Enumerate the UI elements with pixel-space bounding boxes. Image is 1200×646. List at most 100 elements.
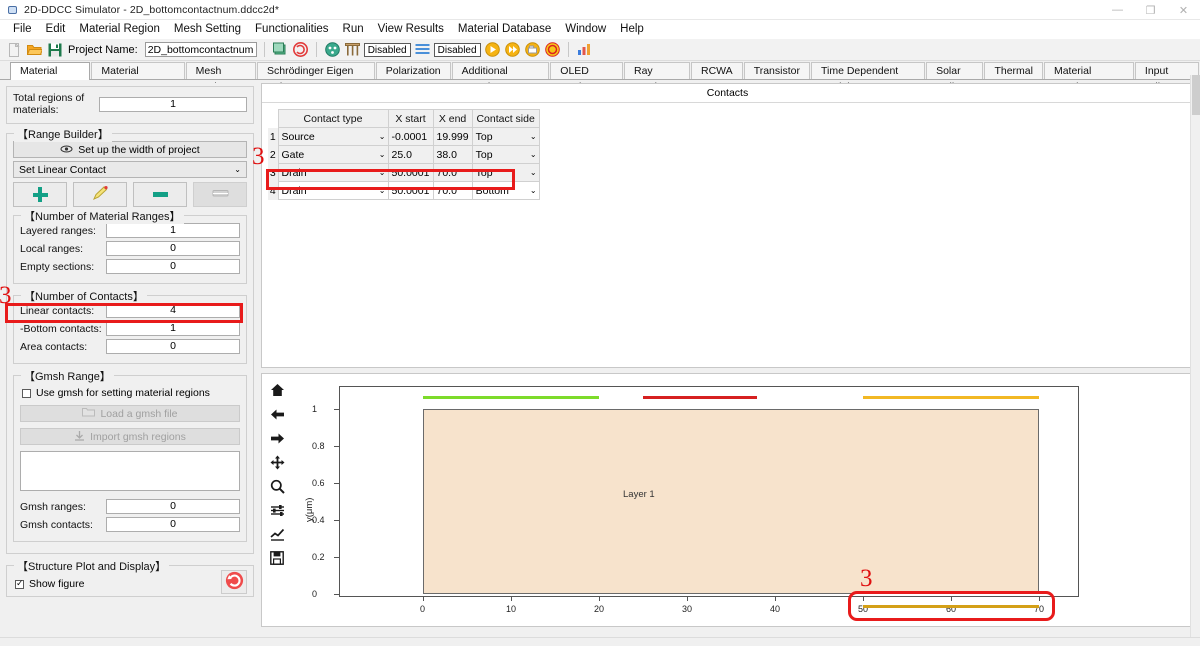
table-row[interactable]: 3 Drain ⌄ 50.0001 70.0 Top ⌄ <box>268 163 540 182</box>
cell-x-end[interactable]: 70.0 <box>432 163 473 182</box>
stop-icon[interactable] <box>544 41 561 58</box>
tab-thermal[interactable]: Thermal <box>984 62 1043 79</box>
column-contact-side[interactable]: Contact side <box>471 109 540 128</box>
tab-solar-cell[interactable]: Solar Cell <box>926 62 984 93</box>
run-icon[interactable] <box>484 41 501 58</box>
mesh-state-badge[interactable]: Disabled <box>363 42 411 57</box>
gmsh-file-list[interactable] <box>20 451 240 491</box>
gmsh-checkbox-row[interactable]: Use gmsh for setting material regions <box>22 387 240 399</box>
home-icon[interactable] <box>269 382 285 398</box>
edit-range-button[interactable] <box>73 182 127 207</box>
minimize-button[interactable]: — <box>1101 0 1134 20</box>
gmsh-contacts-field[interactable]: 0 <box>106 517 240 532</box>
menu-item-edit[interactable]: Edit <box>39 21 73 37</box>
sync-icon[interactable] <box>292 41 309 58</box>
empty-sections-field[interactable]: 0 <box>106 259 240 274</box>
local-ranges-field[interactable]: 0 <box>106 241 240 256</box>
tab-material-parameter[interactable]: Material Parameter <box>91 62 185 93</box>
back-arrow-icon[interactable] <box>269 406 285 422</box>
tab-material-region[interactable]: Material Region <box>10 62 91 94</box>
save-figure-icon[interactable] <box>269 550 285 566</box>
cell-x-start[interactable]: -0.0001 <box>387 127 434 146</box>
tab-ray-tracing[interactable]: Ray Tracing <box>623 62 690 93</box>
tab-material-database[interactable]: Material Database <box>1043 62 1134 93</box>
setup-width-button[interactable]: Set up the width of project <box>13 141 247 158</box>
layers-state-badge[interactable]: Disabled <box>433 42 481 57</box>
configure-subplots-icon[interactable] <box>269 502 285 518</box>
close-button[interactable]: ✕ <box>1167 0 1200 20</box>
table-row[interactable]: 1 Source ⌄ -0.0001 19.999 Top ⌄ <box>268 127 540 146</box>
layered-ranges-field[interactable]: 1 <box>106 223 240 238</box>
menu-item-view-results[interactable]: View Results <box>371 21 451 37</box>
run-all-icon[interactable] <box>504 41 521 58</box>
vertical-scrollbar[interactable] <box>1190 75 1200 646</box>
edit-curve-icon[interactable] <box>269 526 285 542</box>
cell-contact-type[interactable]: Drain ⌄ <box>277 181 389 200</box>
gmsh-checkbox[interactable] <box>22 388 31 398</box>
save-icon[interactable] <box>46 41 63 58</box>
import-gmsh-button[interactable]: Import gmsh regions <box>20 428 240 445</box>
tab-rcwa[interactable]: RCWA <box>690 62 743 79</box>
clear-range-button[interactable] <box>193 182 247 207</box>
cell-x-start[interactable]: 50.0001 <box>387 163 434 182</box>
refresh-plot-button[interactable] <box>221 570 247 594</box>
show-figure-row[interactable]: Show figure <box>15 578 84 590</box>
table-row[interactable]: 2 Gate ⌄ 25.0 38.0 Top ⌄ <box>268 145 540 164</box>
tab-mesh-setting[interactable]: Mesh Setting <box>185 62 256 93</box>
project-name-input[interactable] <box>144 42 257 57</box>
tab-additional-functions[interactable]: Additional Functions <box>451 62 550 93</box>
structure-icon[interactable] <box>324 41 341 58</box>
forward-arrow-icon[interactable] <box>269 430 285 446</box>
column-x-end[interactable]: X end <box>432 109 473 128</box>
chart-icon[interactable] <box>576 41 593 58</box>
contact-mode-select[interactable]: Set Linear Contact ⌄ <box>13 161 247 178</box>
tab-oled-setting[interactable]: OLED Setting <box>550 62 623 93</box>
cell-contact-type[interactable]: Gate ⌄ <box>277 145 389 164</box>
total-regions-field[interactable]: 1 <box>99 96 247 112</box>
mesh-icon[interactable] <box>344 41 361 58</box>
menu-item-help[interactable]: Help <box>613 21 651 37</box>
menu-item-window[interactable]: Window <box>558 21 613 37</box>
area-contacts-field[interactable]: 0 <box>106 339 240 354</box>
cell-contact-type[interactable]: Drain ⌄ <box>277 163 389 182</box>
layers-icon[interactable] <box>414 41 431 58</box>
refresh-icon[interactable] <box>272 41 289 58</box>
linear-contacts-field[interactable]: 4 <box>106 303 240 318</box>
tab-schrodinger-eigen-solver[interactable]: Schrödinger Eigen Solver <box>257 62 375 93</box>
maximize-button[interactable]: ❐ <box>1134 0 1167 20</box>
menu-item-run[interactable]: Run <box>336 21 371 37</box>
remove-range-button[interactable] <box>133 182 187 207</box>
pan-icon[interactable] <box>269 454 285 470</box>
load-gmsh-button[interactable]: Load a gmsh file <box>20 405 240 422</box>
tab-transistor[interactable]: Transistor <box>743 62 810 79</box>
cell-x-end[interactable]: 38.0 <box>432 145 473 164</box>
cell-contact-side[interactable]: Top ⌄ <box>471 163 540 182</box>
cell-contact-side[interactable]: Bottom ⌄ <box>471 181 540 200</box>
export-icon[interactable] <box>524 41 541 58</box>
structure-plot-canvas[interactable]: y(μm) 0 0.2 0.4 0.6 0.8 1 0 10 20 30 40 … <box>292 374 1193 626</box>
tab-polarization[interactable]: Polarization <box>375 62 451 79</box>
cell-contact-side[interactable]: Top ⌄ <box>471 145 540 164</box>
cell-contact-side[interactable]: Top ⌄ <box>471 127 540 146</box>
menu-item-material-region[interactable]: Material Region <box>72 21 167 37</box>
tab-time-dependent-module[interactable]: Time Dependent Module <box>810 62 926 93</box>
cell-x-start[interactable]: 25.0 <box>387 145 434 164</box>
cell-x-end[interactable]: 19.999 <box>432 127 473 146</box>
menu-item-material-database[interactable]: Material Database <box>451 21 558 37</box>
bottom-contacts-field[interactable]: 1 <box>106 321 240 336</box>
table-row[interactable]: 4 Drain ⌄ 50.0001 70.0 Bottom ⌄ <box>268 181 540 200</box>
cell-x-end[interactable]: 70.0 <box>432 181 473 200</box>
show-figure-checkbox[interactable] <box>15 578 24 589</box>
add-range-button[interactable] <box>13 182 67 207</box>
menu-item-functionalities[interactable]: Functionalities <box>248 21 336 37</box>
scrollbar-thumb[interactable] <box>1192 75 1200 115</box>
gmsh-ranges-field[interactable]: 0 <box>106 499 240 514</box>
open-folder-icon[interactable] <box>26 41 43 58</box>
column-x-start[interactable]: X start <box>387 109 434 128</box>
column-contact-type[interactable]: Contact type <box>277 109 389 128</box>
menu-item-file[interactable]: File <box>6 21 39 37</box>
cell-x-start[interactable]: 50.0001 <box>387 181 434 200</box>
zoom-icon[interactable] <box>269 478 285 494</box>
cell-contact-type[interactable]: Source ⌄ <box>277 127 389 146</box>
menu-item-mesh-setting[interactable]: Mesh Setting <box>167 21 248 37</box>
